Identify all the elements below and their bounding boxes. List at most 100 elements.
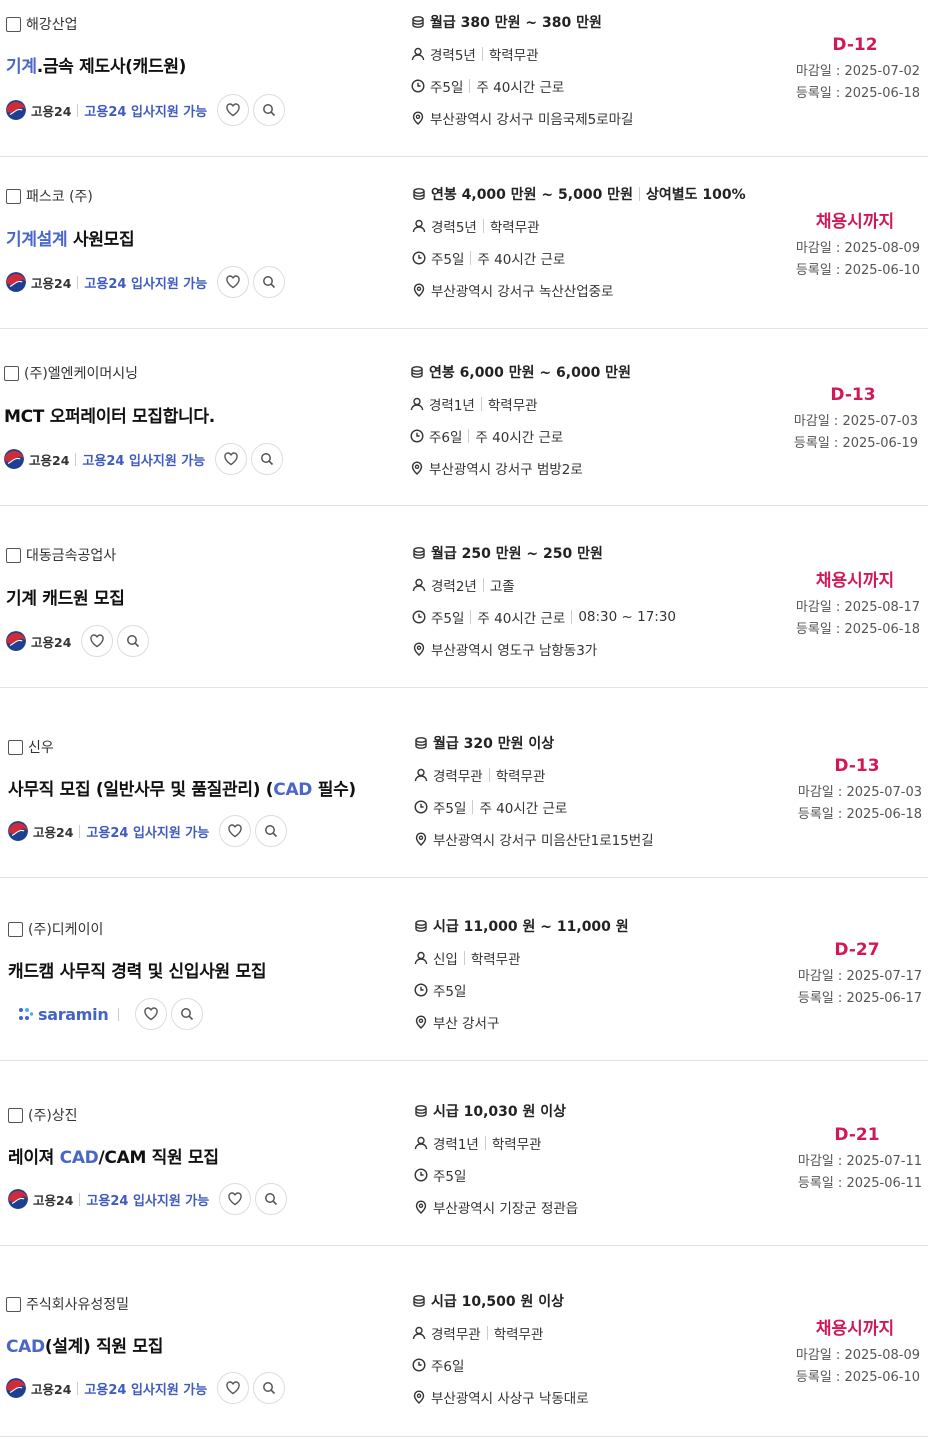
location-value: 부산광역시 사상구 낙동대로 (431, 1391, 589, 1407)
job-item[interactable]: (주)상진 레이져 CAD/CAM 직원 모집 고용24 고용24 입사지원 가능 시급… (0, 1061, 928, 1246)
search-button[interactable] (117, 625, 150, 657)
search-button[interactable] (171, 998, 204, 1030)
favorite-button[interactable] (215, 443, 248, 475)
clock-icon (411, 609, 427, 625)
coin-icon (413, 1103, 429, 1119)
title-text: 필수) (312, 780, 356, 800)
favorite-button[interactable] (217, 266, 250, 298)
deadline-date: 마감일 : 2025-07-03 (797, 785, 922, 800)
company-name[interactable]: (주)상진 (28, 1105, 78, 1125)
schedule-value: 주5일 (433, 1169, 467, 1185)
source-name: 고용24 (31, 275, 72, 291)
select-checkbox[interactable] (6, 547, 21, 563)
company-name[interactable]: (주)디케이이 (28, 919, 103, 939)
divider (468, 429, 470, 443)
career-value: 신입 (433, 952, 458, 968)
job-deadline: D-13 마감일 : 2025-07-03 등록일 : 2025-06-19 (788, 385, 918, 455)
title-text: 레이져 (8, 1148, 60, 1168)
favorite-button[interactable] (135, 998, 168, 1030)
job-conditions: 연봉 6,000 만원 ~ 6,000 만원 경력1년 학력무관 주6일 주 40시간 … (409, 329, 789, 506)
gov-korea-logo-icon (6, 631, 31, 651)
heart-icon (143, 1006, 159, 1022)
person-icon (413, 767, 429, 783)
select-checkbox[interactable] (8, 921, 23, 937)
favorite-button[interactable] (217, 1372, 250, 1404)
gov-korea-logo-icon (6, 272, 31, 292)
company-name[interactable]: 신우 (28, 737, 54, 757)
job-title[interactable]: 캐드캠 사무직 경력 및 신입사원 모집 (8, 957, 267, 982)
person-icon (411, 1325, 427, 1341)
search-icon (180, 1007, 194, 1021)
pay-row: 시급 10,500 원 이상 (411, 1291, 564, 1311)
location-pin-icon (413, 1199, 429, 1215)
job-item[interactable]: (주)디케이이 캐드캠 사무직 경력 및 신입사원 모집 saramin 시급 11,… (0, 878, 928, 1061)
select-checkbox[interactable] (4, 365, 19, 381)
source-badge: 고용24 (6, 1378, 71, 1398)
divider (77, 1381, 79, 1395)
registered-date: 등록일 : 2025-06-10 (795, 263, 920, 278)
job-title[interactable]: 기계설계 사원모집 (6, 225, 135, 250)
select-checkbox[interactable] (6, 188, 21, 204)
job-left: 대동금속공업사기계 캐드원 모집고용24 (6, 506, 401, 688)
select-checkbox[interactable] (6, 16, 21, 32)
source-name: saramin (38, 1004, 109, 1024)
select-checkbox[interactable] (8, 739, 23, 755)
job-conditions: 월급 250 만원 ~ 250 만원 경력2년 고졸 주5일 주 40시간 근로 08:3… (411, 506, 791, 688)
job-title[interactable]: 기계 캐드원 모집 (6, 584, 125, 609)
dday-label: 채용시까지 (815, 1319, 895, 1339)
location-row: 부산광역시 사상구 낙동대로 (411, 1387, 589, 1407)
location-row: 부산광역시 강서구 미음산단1로15번길 (413, 829, 654, 849)
job-item[interactable]: (주)엘엔케이머시닝 MCT 오퍼레이터 모집합니다. 고용24 고용24 입사지원 … (0, 329, 928, 506)
location-row: 부산광역시 강서구 녹산산업중로 (411, 280, 613, 300)
job-item[interactable]: 대동금속공업사 기계 캐드원 모집 고용24 월급 250 만원 ~ 250 만원 경력… (0, 506, 928, 688)
job-item[interactable]: 해강산업 기계.금속 제도사(캐드원) 고용24 고용24 입사지원 가능 월급 380… (0, 0, 928, 157)
job-item[interactable]: 패스코 (주) 기계설계 사원모집 고용24 고용24 입사지원 가능 연봉 4,000… (0, 157, 928, 329)
search-button[interactable] (255, 815, 288, 847)
career-value: 경력2년 (431, 579, 477, 595)
company-name[interactable]: 주식회사유성정밀 (26, 1294, 129, 1314)
search-button[interactable] (253, 1372, 286, 1404)
search-button[interactable] (255, 1183, 288, 1215)
dday-label: D-13 (834, 756, 880, 776)
favorite-button[interactable] (217, 94, 250, 126)
job-deadline: D-21 마감일 : 2025-07-11 등록일 : 2025-06-11 (792, 1125, 922, 1195)
job-deadline: D-27 마감일 : 2025-07-17 등록일 : 2025-06-17 (792, 940, 922, 1010)
divider (463, 951, 465, 965)
heart-icon (89, 633, 105, 649)
job-title[interactable]: 사무직 모집 (일반사무 및 품질관리) (CAD 필수) (8, 775, 356, 800)
company-name[interactable]: 대동금속공업사 (26, 545, 116, 565)
divider (571, 610, 573, 624)
title-keyword-highlight: 기계 (6, 57, 37, 77)
registered-date: 등록일 : 2025-06-19 (793, 436, 918, 451)
job-title[interactable]: 기계.금속 제도사(캐드원) (6, 52, 186, 77)
heart-icon (227, 1191, 243, 1207)
company-name[interactable]: 패스코 (주) (26, 186, 93, 206)
job-title[interactable]: CAD(설계) 직원 모집 (6, 1332, 163, 1357)
gov-korea-logo-icon (6, 100, 31, 120)
schedule-row: 주5일 주 40시간 근로 (413, 797, 567, 817)
job-item[interactable]: 신우 사무직 모집 (일반사무 및 품질관리) (CAD 필수) 고용24 고용24 … (0, 688, 928, 878)
location-value: 부산광역시 강서구 범방2로 (429, 462, 583, 478)
company-name[interactable]: 해강산업 (26, 14, 78, 34)
favorite-button[interactable] (219, 1183, 252, 1215)
company-name[interactable]: (주)엘엔케이머시닝 (24, 363, 138, 383)
favorite-button[interactable] (219, 815, 252, 847)
favorite-button[interactable] (81, 625, 114, 657)
search-button[interactable] (253, 94, 286, 126)
heart-icon (225, 1380, 241, 1396)
select-checkbox[interactable] (6, 1296, 21, 1312)
pay-value: 월급 320 만원 이상 (433, 736, 555, 752)
job-title[interactable]: 레이져 CAD/CAM 직원 모집 (8, 1143, 219, 1168)
company-row: (주)디케이이 (8, 919, 103, 939)
job-left: (주)디케이이캐드캠 사무직 경력 및 신입사원 모집 saramin (8, 878, 403, 1061)
job-actions: 고용24 (6, 625, 150, 657)
select-checkbox[interactable] (8, 1107, 23, 1123)
job-title[interactable]: MCT 오퍼레이터 모집합니다. (4, 402, 215, 427)
search-button[interactable] (251, 443, 284, 475)
coin-icon (413, 735, 429, 751)
person-icon (411, 577, 427, 593)
search-button[interactable] (253, 266, 286, 298)
job-item[interactable]: 주식회사유성정밀 CAD(설계) 직원 모집 고용24 고용24 입사지원 가능 시급 … (0, 1246, 928, 1437)
career-row: 경력무관 학력무관 (411, 1323, 543, 1343)
schedule-value: 주 40시간 근로 (476, 80, 565, 96)
